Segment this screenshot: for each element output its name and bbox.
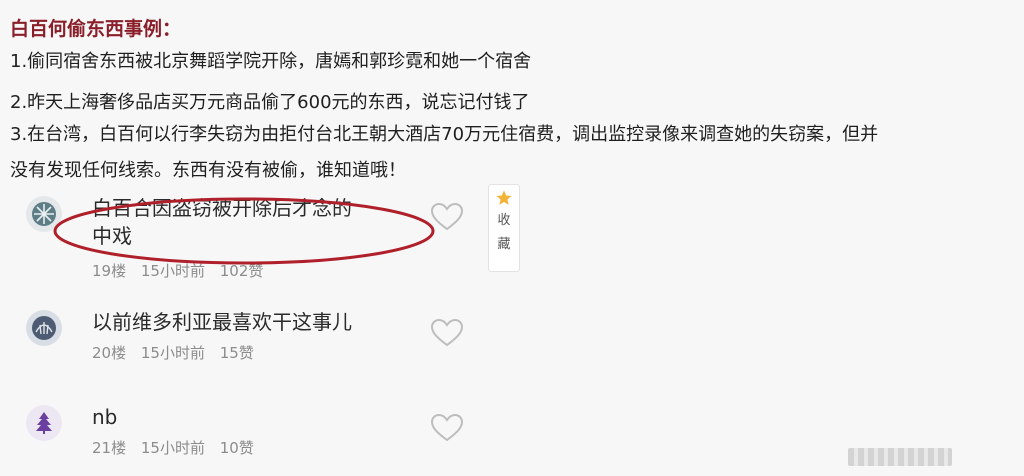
heart-icon (430, 318, 464, 347)
avatar[interactable] (26, 405, 62, 441)
article-line-2: 2.昨天上海奢侈品店买万元商品偷了600元的东西，说忘记付钱了 (10, 92, 530, 113)
favorite-label-char: 收 (497, 213, 511, 228)
article-line-1: 1.偷同宿舍东西被北京舞蹈学院开除，唐嫣和郭珍霓和她一个宿舍 (10, 51, 532, 72)
blurred-watermark (848, 448, 952, 466)
comment-time: 15小时前 (140, 439, 205, 457)
tree-avatar-icon (36, 412, 52, 434)
comment-floor: 20楼 (92, 344, 127, 362)
comment-meta: 21楼 15小时前 10赞 (92, 437, 412, 458)
article-line-3: 3.在台湾，白百何以行李失窃为由拒付台北王朝大酒店70万元住宿费，调出监控录像来… (10, 124, 879, 145)
favorite-button[interactable]: 收 藏 (488, 184, 520, 272)
like-button[interactable] (430, 318, 464, 348)
annotation-oval (53, 197, 435, 265)
comment-text: nb (92, 405, 118, 429)
comment-floor: 21楼 (92, 439, 127, 457)
favorite-label-char: 藏 (497, 237, 511, 252)
comment-likes: 15赞 (219, 344, 254, 362)
comment-body: nb 21楼 15小时前 10赞 (92, 403, 412, 458)
star-icon (496, 190, 512, 205)
heart-icon (430, 413, 464, 442)
avatar[interactable] (26, 310, 62, 346)
comment-time: 15小时前 (140, 344, 205, 362)
comment-meta: 20楼 15小时前 15赞 (92, 342, 412, 363)
comment-text: 以前维多利亚最喜欢干这事儿 (92, 310, 352, 334)
comment-body: 以前维多利亚最喜欢干这事儿 20楼 15小时前 15赞 (92, 308, 412, 363)
article-title: 白百何偷东西事例： (10, 18, 182, 40)
article-line-4: 没有发现任何线索。东西有没有被偷，谁知道哦！ (10, 160, 406, 181)
like-button[interactable] (430, 413, 464, 443)
favorite-label: 收 藏 (497, 209, 511, 257)
comment-likes: 10赞 (219, 439, 254, 457)
shell-avatar-icon (32, 316, 56, 340)
